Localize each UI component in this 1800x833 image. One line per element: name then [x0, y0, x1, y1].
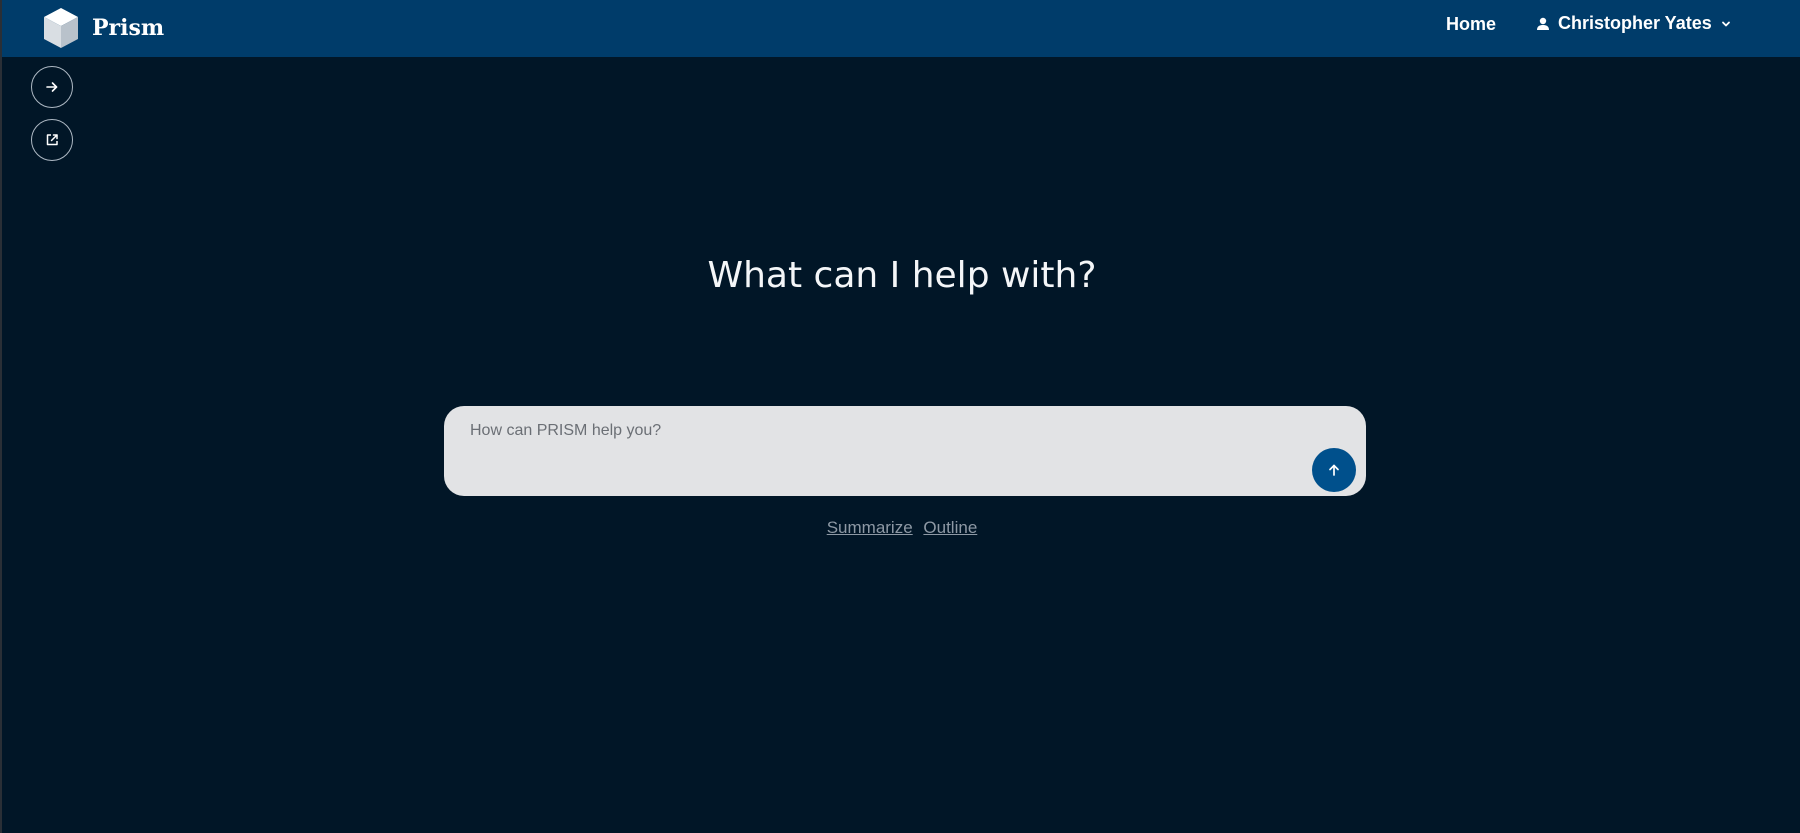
- brand-logo[interactable]: Prism: [42, 6, 164, 50]
- suggestion-summarize[interactable]: Summarize: [827, 518, 913, 537]
- app-window: Prism Home Christopher Yates What can I …: [0, 0, 1800, 833]
- person-icon: [1536, 17, 1550, 31]
- arrow-up-icon: [1326, 462, 1342, 478]
- suggestion-links: Summarize Outline: [2, 518, 1800, 538]
- open-external-icon: [44, 132, 60, 148]
- chevron-down-icon: [1720, 18, 1732, 30]
- open-external-button[interactable]: [31, 119, 73, 161]
- prompt-input[interactable]: [468, 420, 1292, 484]
- expand-sidebar-button[interactable]: [31, 66, 73, 108]
- brand-name: Prism: [92, 15, 165, 41]
- cube-icon: [42, 6, 80, 50]
- nav-home-link[interactable]: Home: [1446, 14, 1496, 35]
- user-name: Christopher Yates: [1558, 13, 1712, 33]
- prompt-composer: [444, 406, 1366, 496]
- page-headline: What can I help with?: [707, 255, 1097, 296]
- send-button[interactable]: [1312, 448, 1356, 492]
- suggestion-outline[interactable]: Outline: [923, 518, 977, 537]
- user-menu[interactable]: Christopher Yates: [1536, 13, 1732, 34]
- arrow-right-icon: [44, 79, 60, 95]
- top-bar: Prism Home Christopher Yates: [2, 0, 1800, 57]
